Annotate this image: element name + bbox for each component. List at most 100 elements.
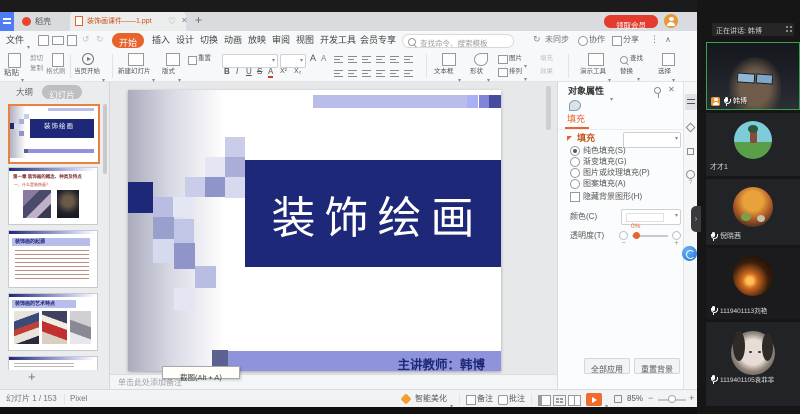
menu-tab-review[interactable]: 审阅 [272, 36, 290, 45]
justify-icon[interactable] [376, 69, 385, 78]
transparency-minus-icon[interactable]: − [619, 231, 628, 240]
align-center-icon[interactable] [348, 69, 357, 78]
user-avatar[interactable] [664, 14, 678, 28]
favorite-icon[interactable] [168, 17, 176, 26]
fit-slide-icon[interactable] [614, 395, 622, 403]
superscript-button[interactable]: X² [280, 68, 287, 75]
gradient-fill-radio[interactable] [570, 157, 580, 167]
apply-all-button[interactable]: 全部应用 [584, 358, 630, 374]
menu-tab-design[interactable]: 设计 [176, 36, 194, 45]
menu-tab-member[interactable]: 会员专享 [360, 36, 396, 45]
text-direction-icon[interactable] [404, 55, 413, 64]
slide-thumbnail-3[interactable]: 装饰画的起源 [8, 230, 98, 288]
sync-icon[interactable] [533, 35, 541, 44]
save-icon[interactable] [38, 35, 49, 46]
reset-label[interactable]: 重置 [198, 56, 211, 63]
tab-outline[interactable]: 大纲 [16, 88, 33, 97]
fill-preset-combo[interactable] [623, 132, 681, 148]
menu-tab-view[interactable]: 视图 [296, 36, 314, 45]
font-size-combo[interactable] [280, 54, 306, 68]
normal-view-icon[interactable] [538, 395, 551, 406]
menu-tab-insert[interactable]: 插入 [152, 36, 170, 45]
zoom-handle[interactable] [668, 395, 676, 403]
sorter-view-icon[interactable] [553, 395, 566, 406]
replace-label[interactable]: 替换 [620, 69, 633, 76]
align-left-icon[interactable] [334, 69, 343, 78]
select-icon[interactable] [662, 53, 675, 66]
tab-slides[interactable]: 幻灯片 [42, 85, 82, 99]
arrange-icon[interactable] [498, 68, 508, 77]
menu-tab-devtools[interactable]: 开发工具 [320, 36, 356, 45]
promo-button[interactable]: 领取会员 [604, 15, 658, 28]
close-tab-icon[interactable] [181, 17, 188, 25]
indent-decrease-icon[interactable] [362, 55, 371, 64]
transparency-handle[interactable] [633, 232, 640, 239]
comments-label[interactable]: 批注 [509, 395, 525, 403]
slideshow-play-button[interactable] [586, 393, 602, 406]
solid-fill-radio[interactable] [570, 146, 580, 156]
sync-status-label[interactable]: 未同步 [545, 36, 569, 44]
new-slide-label[interactable]: 新建幻灯片 [118, 69, 151, 76]
more-menu-icon[interactable] [650, 35, 659, 44]
present-tools-icon[interactable] [588, 53, 604, 66]
collab-label[interactable]: 协作 [589, 36, 605, 44]
textbox-label[interactable]: 文本框 [434, 69, 454, 76]
new-tab-icon[interactable] [195, 14, 202, 26]
shrink-font-button[interactable]: A [321, 55, 326, 63]
undo-icon[interactable] [82, 35, 90, 44]
paste-icon[interactable] [8, 53, 21, 68]
redo-icon[interactable] [96, 35, 104, 44]
slide-thumbnail-5[interactable] [8, 356, 98, 370]
underline-button[interactable]: U [246, 68, 252, 76]
participant-tile-5[interactable]: 1119401105袁菲菲 [706, 322, 800, 406]
collapse-ribbon-icon[interactable] [665, 36, 671, 44]
menu-tab-slideshow[interactable]: 放映 [248, 36, 266, 45]
fill-section-arrow-icon[interactable] [567, 136, 572, 141]
picture-icon[interactable] [498, 55, 508, 64]
solid-fill-label[interactable]: 纯色填充(S) [583, 147, 626, 155]
zoom-out-icon[interactable]: − [648, 394, 653, 403]
line-spacing-icon[interactable] [390, 55, 399, 64]
gradient-fill-label[interactable]: 渐变填充(G) [583, 158, 627, 166]
zoom-in-icon[interactable]: + [689, 394, 694, 403]
reset-icon[interactable] [188, 56, 197, 65]
command-search-box[interactable]: 查找命令、搜索模板 [402, 34, 514, 48]
hide-background-label[interactable]: 隐藏背景图形(H) [583, 193, 642, 201]
numbering-icon[interactable] [348, 55, 357, 64]
panel-grid-icon[interactable] [786, 26, 792, 32]
menu-file[interactable]: 文件 [6, 36, 24, 45]
cut-button[interactable]: 剪切 [30, 56, 43, 63]
slides-scrollbar[interactable] [103, 104, 107, 174]
grow-font-button[interactable]: A [310, 54, 316, 63]
menu-tab-home[interactable]: 开始 [112, 33, 144, 48]
font-color-button[interactable]: A [268, 68, 273, 78]
theme-name[interactable]: Pixel [70, 395, 87, 403]
object-properties-strip-icon[interactable] [685, 94, 697, 110]
bullets-icon[interactable] [334, 55, 343, 64]
subscript-button[interactable]: X₂ [294, 68, 301, 75]
new-slide-icon[interactable] [128, 53, 144, 66]
font-family-combo[interactable] [222, 54, 278, 68]
play-current-icon[interactable] [82, 53, 94, 65]
transparency-plus-icon[interactable]: + [672, 231, 681, 240]
collab-icon[interactable] [578, 36, 588, 46]
picture-fill-radio[interactable] [570, 168, 580, 178]
pattern-fill-radio[interactable] [570, 179, 580, 189]
preview-icon[interactable] [67, 35, 77, 46]
beautify-label[interactable]: 智能美化 [415, 395, 447, 403]
slide-thumbnail-2[interactable]: 第一章 装饰画的概念、种类及特点 一、什么是装饰画？ [8, 167, 98, 225]
help-strip-icon[interactable]: ? [686, 170, 695, 179]
fill-tab-label[interactable]: 填充 [567, 115, 585, 124]
columns-icon[interactable] [404, 69, 413, 78]
arrange-label[interactable]: 排列 [509, 69, 522, 76]
notes-label[interactable]: 备注 [477, 395, 493, 403]
slide-bottom-band[interactable]: 主讲教师：韩博 [228, 351, 501, 371]
slide-title-band[interactable]: 装饰绘画 [245, 160, 501, 267]
participant-tile-2[interactable]: 才才1 [706, 113, 800, 176]
effects-strip-icon[interactable] [686, 123, 696, 133]
layout-icon[interactable] [166, 53, 180, 66]
comments-icon[interactable] [498, 395, 508, 405]
slide[interactable]: 装饰绘画 主讲教师：韩博 [128, 90, 501, 371]
copy-button[interactable]: 复制 [30, 66, 43, 73]
assistant-icon[interactable] [682, 246, 697, 261]
